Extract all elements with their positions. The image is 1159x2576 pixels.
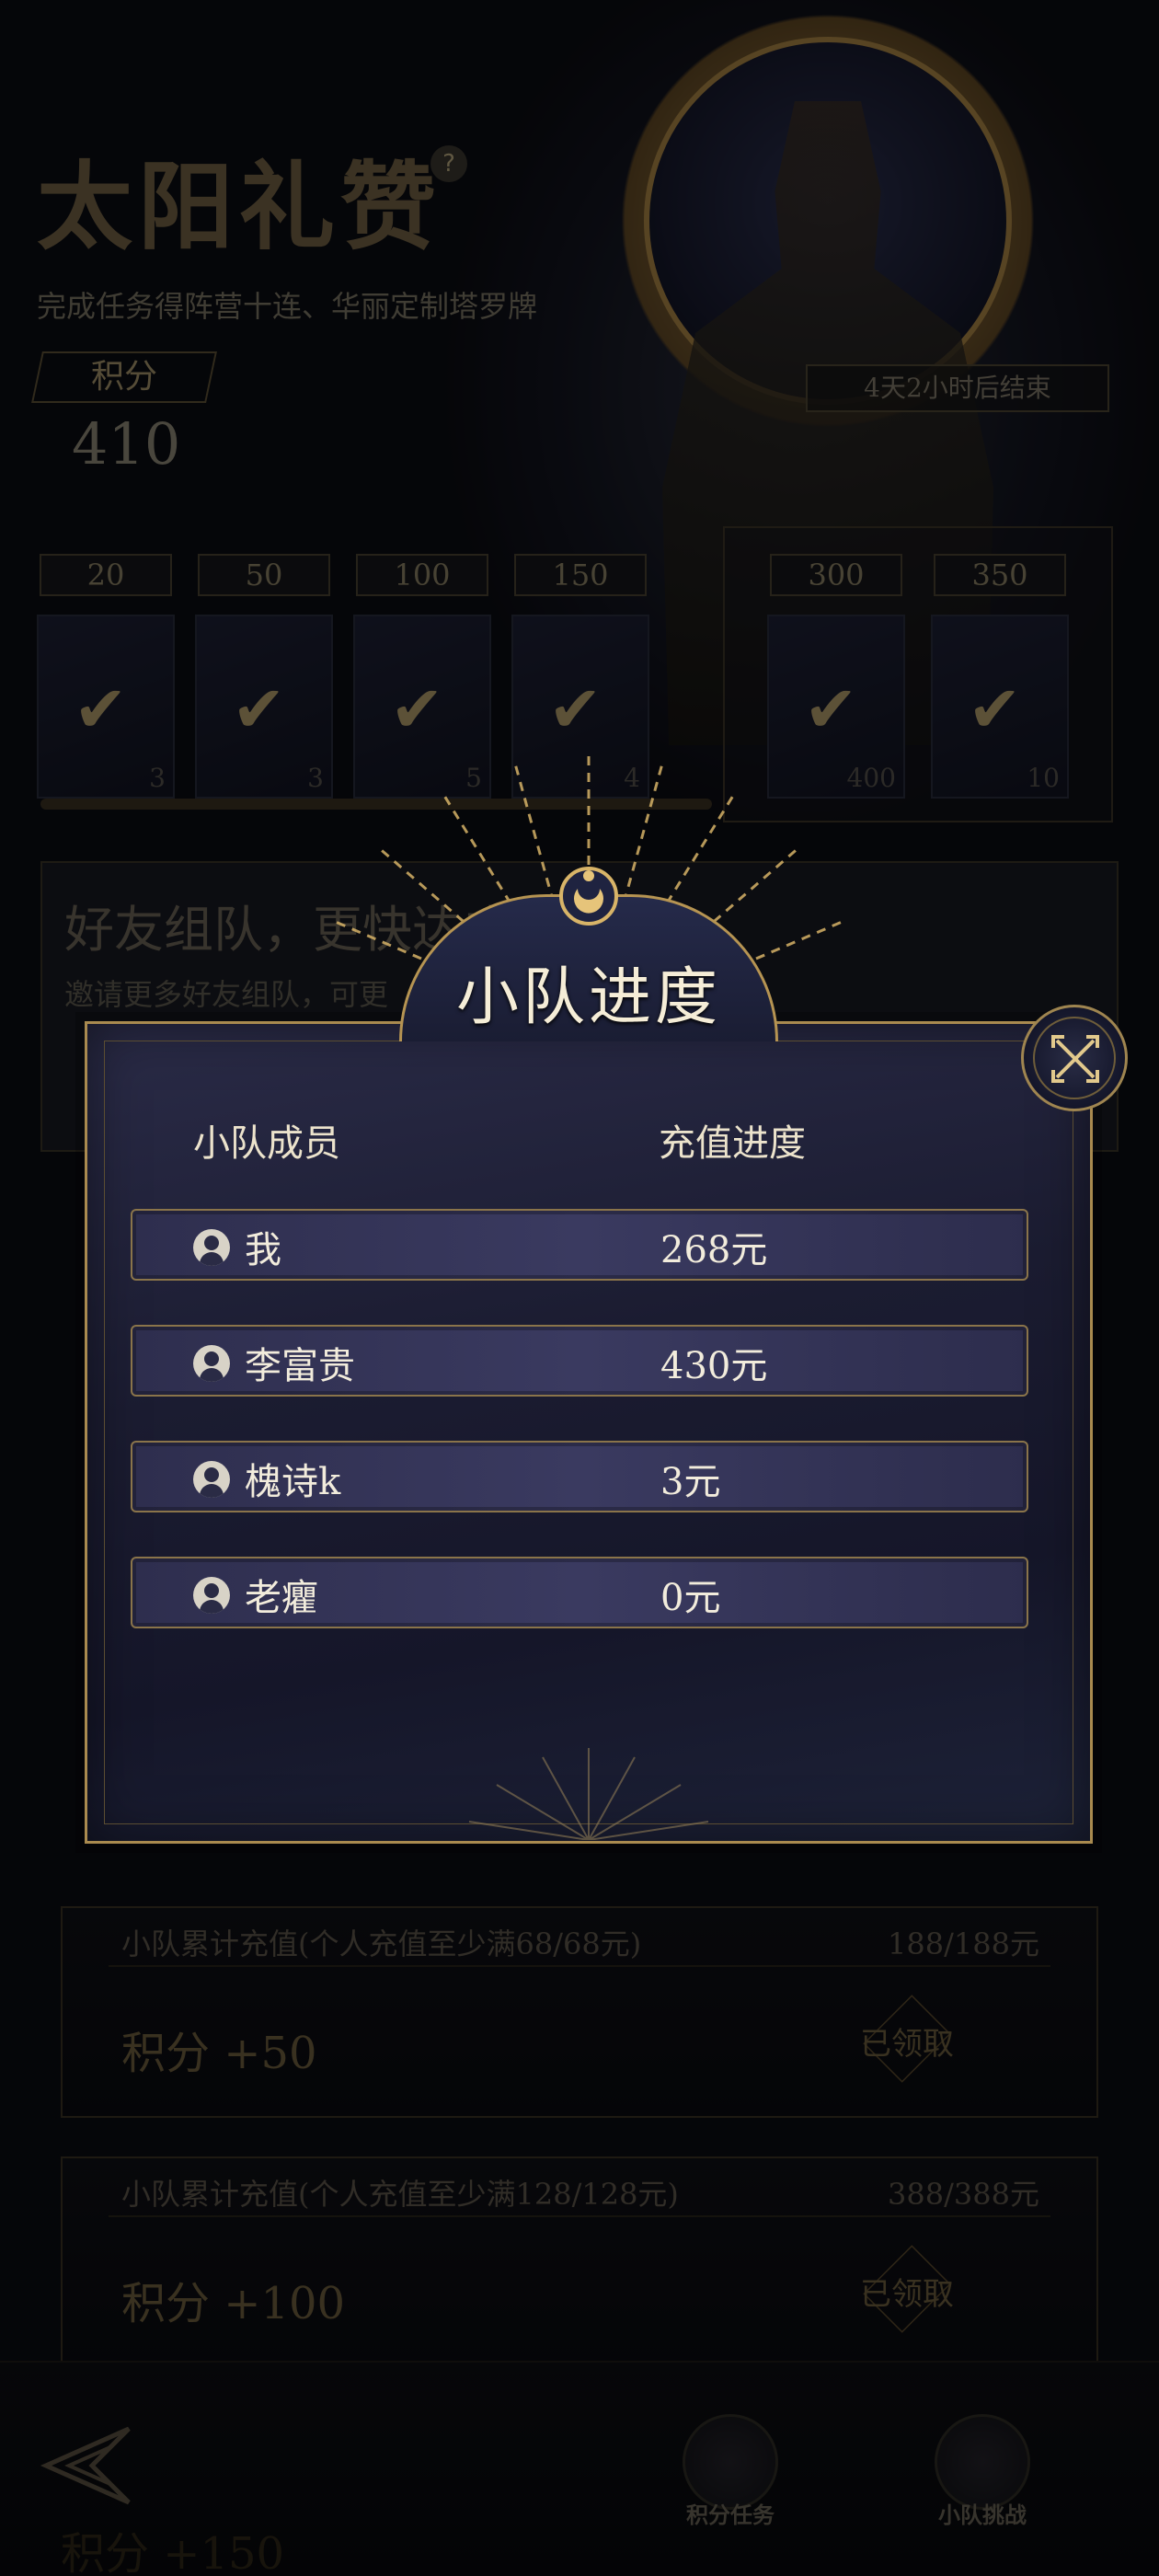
member-row: 我 268元	[131, 1209, 1028, 1281]
sunburst-decoration	[468, 1748, 709, 1840]
member-name: 老癯	[245, 1577, 318, 1619]
member-name: 槐诗k	[245, 1461, 341, 1503]
user-avatar-icon	[193, 1461, 230, 1498]
member-amount: 430元	[660, 1345, 768, 1387]
user-avatar-icon	[193, 1345, 230, 1382]
user-avatar-icon	[193, 1229, 230, 1266]
close-button[interactable]	[1021, 1005, 1128, 1111]
member-row: 李富贵 430元	[131, 1325, 1028, 1397]
modal-title: 小队进度	[455, 961, 721, 1034]
member-amount: 3元	[660, 1461, 721, 1503]
close-icon	[1051, 1035, 1099, 1083]
member-row: 老癯 0元	[131, 1557, 1028, 1628]
member-amount: 0元	[660, 1577, 721, 1619]
member-name: 我	[245, 1229, 281, 1271]
crescent-moon-icon	[559, 867, 618, 926]
column-header-member: 小队成员	[193, 1122, 340, 1165]
member-amount: 268元	[660, 1229, 768, 1271]
user-avatar-icon	[193, 1577, 230, 1614]
column-header-progress: 充值进度	[659, 1122, 806, 1165]
member-row: 槐诗k 3元	[131, 1441, 1028, 1512]
member-name: 李富贵	[245, 1345, 355, 1387]
